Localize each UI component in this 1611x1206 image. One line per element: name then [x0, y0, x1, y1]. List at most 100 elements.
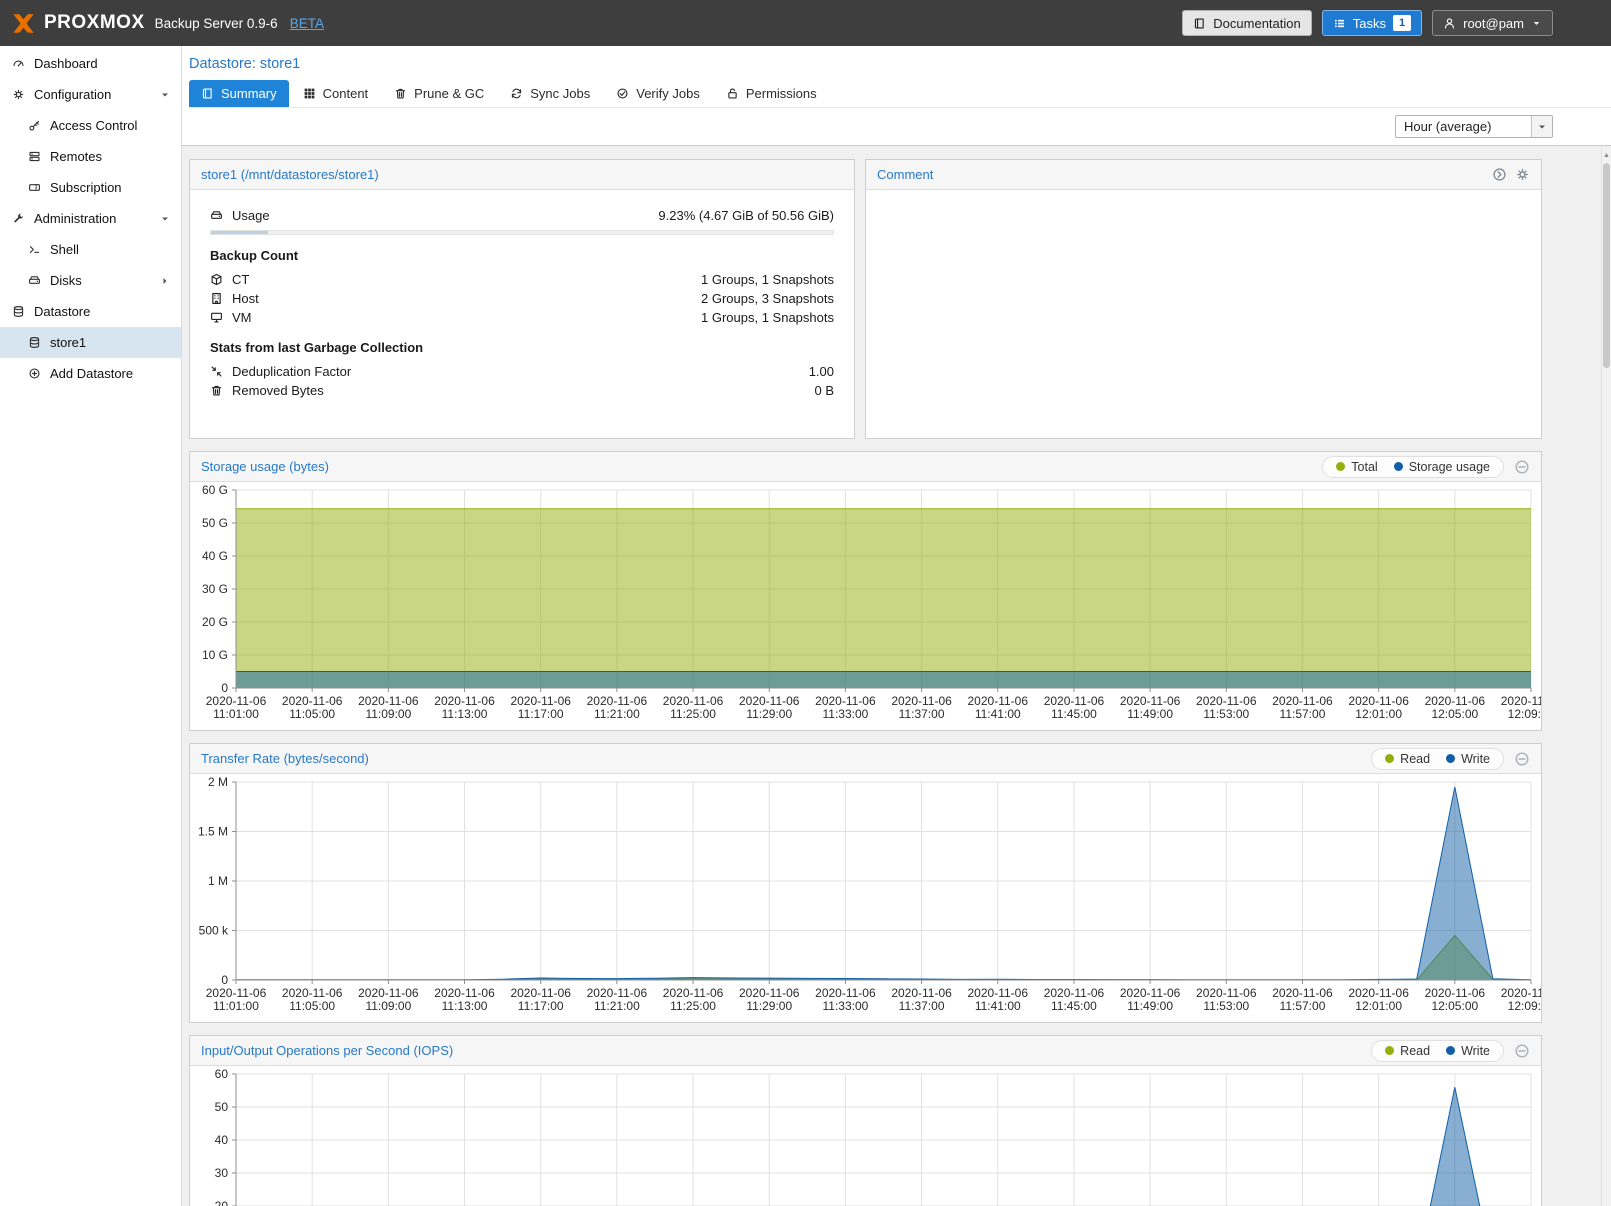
sidebar-item-datastore[interactable]: Datastore [0, 296, 181, 327]
legend-label: Read [1400, 1044, 1430, 1058]
transfer-rate-panel: Transfer Rate (bytes/second) Read Write 0… [189, 743, 1542, 1023]
sidebar-item-configuration[interactable]: Configuration [0, 79, 181, 110]
svg-text:2020-11-0611:25:00: 2020-11-0611:25:00 [663, 986, 724, 1013]
svg-text:2020-11-0612:09:00: 2020-11-0612:09:00 [1501, 694, 1541, 721]
transfer-rate-chart: 0500 k1 M1.5 M2 M2020-11-0611:01:002020-… [190, 774, 1541, 1022]
summary-row-ct: CT1 Groups, 1 Snapshots [210, 270, 834, 289]
user-menu-button[interactable]: root@pam [1432, 10, 1553, 36]
transfer-rate-legend: Read Write [1371, 748, 1504, 770]
sidebar-item-label: Subscription [50, 180, 122, 195]
legend-item-write[interactable]: Write [1439, 751, 1497, 767]
sidebar-item-label: store1 [50, 335, 86, 350]
transfer-rate-title: Transfer Rate (bytes/second) [201, 751, 369, 766]
svg-text:2020-11-0612:05:00: 2020-11-0612:05:00 [1425, 986, 1486, 1013]
cube-icon [210, 273, 223, 286]
row-value: 0 B [814, 383, 834, 398]
row-value: 2 Groups, 3 Snapshots [701, 291, 834, 306]
check-circle-icon [616, 87, 629, 100]
time-range-select[interactable]: Hour (average) [1395, 115, 1553, 138]
transfer-rate-svg: 0500 k1 M1.5 M2 M2020-11-0611:01:002020-… [190, 774, 1541, 1022]
legend-item-write[interactable]: Write [1439, 1043, 1497, 1059]
tab-sync-jobs[interactable]: Sync Jobs [498, 80, 602, 107]
sidebar-item-subscription[interactable]: Subscription [0, 172, 181, 203]
comment-body[interactable] [866, 190, 1541, 438]
legend-item-total[interactable]: Total [1329, 459, 1384, 475]
svg-text:2020-11-0611:45:00: 2020-11-0611:45:00 [1044, 986, 1105, 1013]
sidebar-item-label: Access Control [50, 118, 137, 133]
comment-panel-header: Comment [866, 160, 1541, 190]
scrollbar-thumb[interactable] [1603, 163, 1610, 368]
tasks-button[interactable]: Tasks 1 [1322, 10, 1422, 36]
sidebar-item-dashboard[interactable]: Dashboard [0, 48, 181, 79]
hdd-icon [28, 274, 41, 287]
legend-item-storage-usage[interactable]: Storage usage [1387, 459, 1497, 475]
gear-icon[interactable] [1515, 167, 1530, 182]
unlock-icon [726, 87, 739, 100]
beta-link[interactable]: BETA [290, 16, 324, 31]
svg-text:2020-11-0612:05:00: 2020-11-0612:05:00 [1425, 694, 1486, 721]
gauge-icon [12, 57, 25, 70]
legend-item-read[interactable]: Read [1378, 1043, 1437, 1059]
tab-label: Prune & GC [414, 86, 484, 101]
scroll-up-arrow[interactable]: ▲ [1602, 149, 1611, 161]
tab-prune-gc[interactable]: Prune & GC [382, 80, 496, 107]
summary-row-host: Host 2 Groups, 3 Snapshots [210, 289, 834, 308]
caret-down-icon [159, 89, 171, 101]
legend-dot [1385, 754, 1394, 763]
svg-text:2020-11-0611:29:00: 2020-11-0611:29:00 [739, 986, 800, 1013]
legend-label: Read [1400, 752, 1430, 766]
sidebar-item-access-control[interactable]: Access Control [0, 110, 181, 141]
svg-text:2020-11-0611:13:00: 2020-11-0611:13:00 [434, 986, 495, 1013]
sidebar-item-label: Add Datastore [50, 366, 133, 381]
documentation-label: Documentation [1213, 16, 1300, 31]
svg-text:10 G: 10 G [202, 648, 228, 662]
sidebar-item-label: Administration [34, 211, 116, 226]
svg-text:60: 60 [215, 1067, 229, 1081]
row-label: Host [232, 291, 259, 306]
tab-verify-jobs[interactable]: Verify Jobs [604, 80, 712, 107]
collapse-icon[interactable] [1514, 751, 1530, 767]
collapse-icon[interactable] [1514, 1043, 1530, 1059]
tab-summary[interactable]: Summary [189, 80, 289, 107]
key-icon [28, 119, 41, 132]
sidebar-item-store1[interactable]: store1 [0, 327, 181, 358]
time-range-value: Hour (average) [1396, 119, 1531, 134]
svg-text:1 M: 1 M [208, 874, 228, 888]
topbar: PROXMOX Backup Server 0.9-6 BETA Documen… [0, 0, 1611, 46]
wrench-icon [12, 212, 25, 225]
sidebar-item-add-datastore[interactable]: Add Datastore [0, 358, 181, 389]
svg-text:2020-11-0611:21:00: 2020-11-0611:21:00 [587, 694, 648, 721]
chevron-circle-icon[interactable] [1492, 167, 1507, 182]
vertical-scrollbar[interactable]: ▲ [1601, 149, 1611, 1206]
sidebar-item-shell[interactable]: Shell [0, 234, 181, 265]
sidebar-item-administration[interactable]: Administration [0, 203, 181, 234]
tab-permissions[interactable]: Permissions [714, 80, 829, 107]
legend-label: Total [1351, 460, 1377, 474]
plus-circle-icon [28, 367, 41, 380]
svg-text:50 G: 50 G [202, 516, 228, 530]
svg-text:2020-11-0612:01:00: 2020-11-0612:01:00 [1348, 986, 1409, 1013]
sidebar-item-disks[interactable]: Disks [0, 265, 181, 296]
documentation-button[interactable]: Documentation [1182, 10, 1311, 36]
sidebar-item-label: Shell [50, 242, 79, 257]
svg-text:2020-11-0611:17:00: 2020-11-0611:17:00 [510, 694, 571, 721]
svg-text:2020-11-0611:57:00: 2020-11-0611:57:00 [1272, 694, 1333, 721]
svg-text:2020-11-0611:29:00: 2020-11-0611:29:00 [739, 694, 800, 721]
svg-text:2020-11-0611:09:00: 2020-11-0611:09:00 [358, 986, 419, 1013]
row-label: CT [232, 272, 249, 287]
usage-row: Usage 9.23% (4.67 GiB of 50.56 GiB) [210, 206, 834, 225]
legend-dot [1394, 462, 1403, 471]
svg-text:2020-11-0611:37:00: 2020-11-0611:37:00 [891, 694, 952, 721]
trash-icon [394, 87, 407, 100]
collapse-icon[interactable] [1514, 459, 1530, 475]
legend-item-read[interactable]: Read [1378, 751, 1437, 767]
svg-text:2020-11-0611:09:00: 2020-11-0611:09:00 [358, 694, 419, 721]
combo-trigger[interactable] [1531, 116, 1552, 137]
proxmox-logo: PROXMOX Backup Server 0.9-6 BETA [10, 10, 324, 37]
summary-row-deduplication-factor: Deduplication Factor1.00 [210, 362, 834, 381]
sidebar-item-remotes[interactable]: Remotes [0, 141, 181, 172]
svg-text:2020-11-0611:01:00: 2020-11-0611:01:00 [206, 986, 267, 1013]
svg-text:20: 20 [215, 1199, 229, 1206]
svg-text:2020-11-0611:01:00: 2020-11-0611:01:00 [206, 694, 267, 721]
tab-content[interactable]: Content [291, 80, 381, 107]
